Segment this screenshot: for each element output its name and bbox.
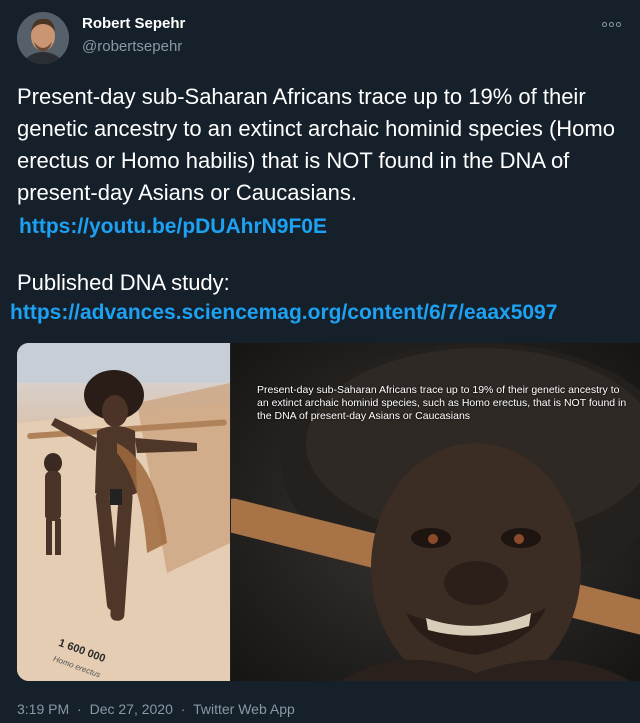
source-app[interactable]: Twitter Web App bbox=[193, 701, 295, 717]
tweet-meta: 3:19 PM · Dec 27, 2020 · Twitter Web App bbox=[17, 701, 299, 717]
more-options-button[interactable] bbox=[596, 14, 626, 34]
author-name[interactable]: Robert Sepehr bbox=[82, 15, 185, 32]
tweet: Robert Sepehr @robertsepehr Present-day … bbox=[0, 0, 640, 723]
study-label: Published DNA study: bbox=[17, 270, 230, 295]
more-options-icon bbox=[601, 21, 607, 27]
media-caption: Present-day sub-Saharan Africans trace u… bbox=[257, 384, 627, 422]
author-handle[interactable]: @robertsepehr bbox=[82, 38, 182, 55]
tweet-media[interactable]: Present-day sub-Saharan Africans trace u… bbox=[17, 343, 640, 681]
tweet-date[interactable]: Dec 27, 2020 bbox=[90, 701, 173, 717]
tweet-text: Present-day sub-Saharan Africans trace u… bbox=[17, 84, 615, 205]
more-options-icon bbox=[608, 21, 614, 27]
avatar[interactable] bbox=[17, 12, 69, 64]
avatar-image bbox=[17, 12, 69, 64]
study-link[interactable]: https://advances.sciencemag.org/content/… bbox=[10, 301, 557, 325]
meta-separator: · bbox=[180, 701, 186, 717]
museum-photo bbox=[17, 343, 230, 681]
tweet-time[interactable]: 3:19 PM bbox=[17, 701, 69, 717]
youtube-link[interactable]: https://youtu.be/pDUAhrN9F0E bbox=[19, 215, 327, 239]
meta-separator: · bbox=[77, 701, 82, 717]
more-options-icon bbox=[615, 21, 621, 27]
